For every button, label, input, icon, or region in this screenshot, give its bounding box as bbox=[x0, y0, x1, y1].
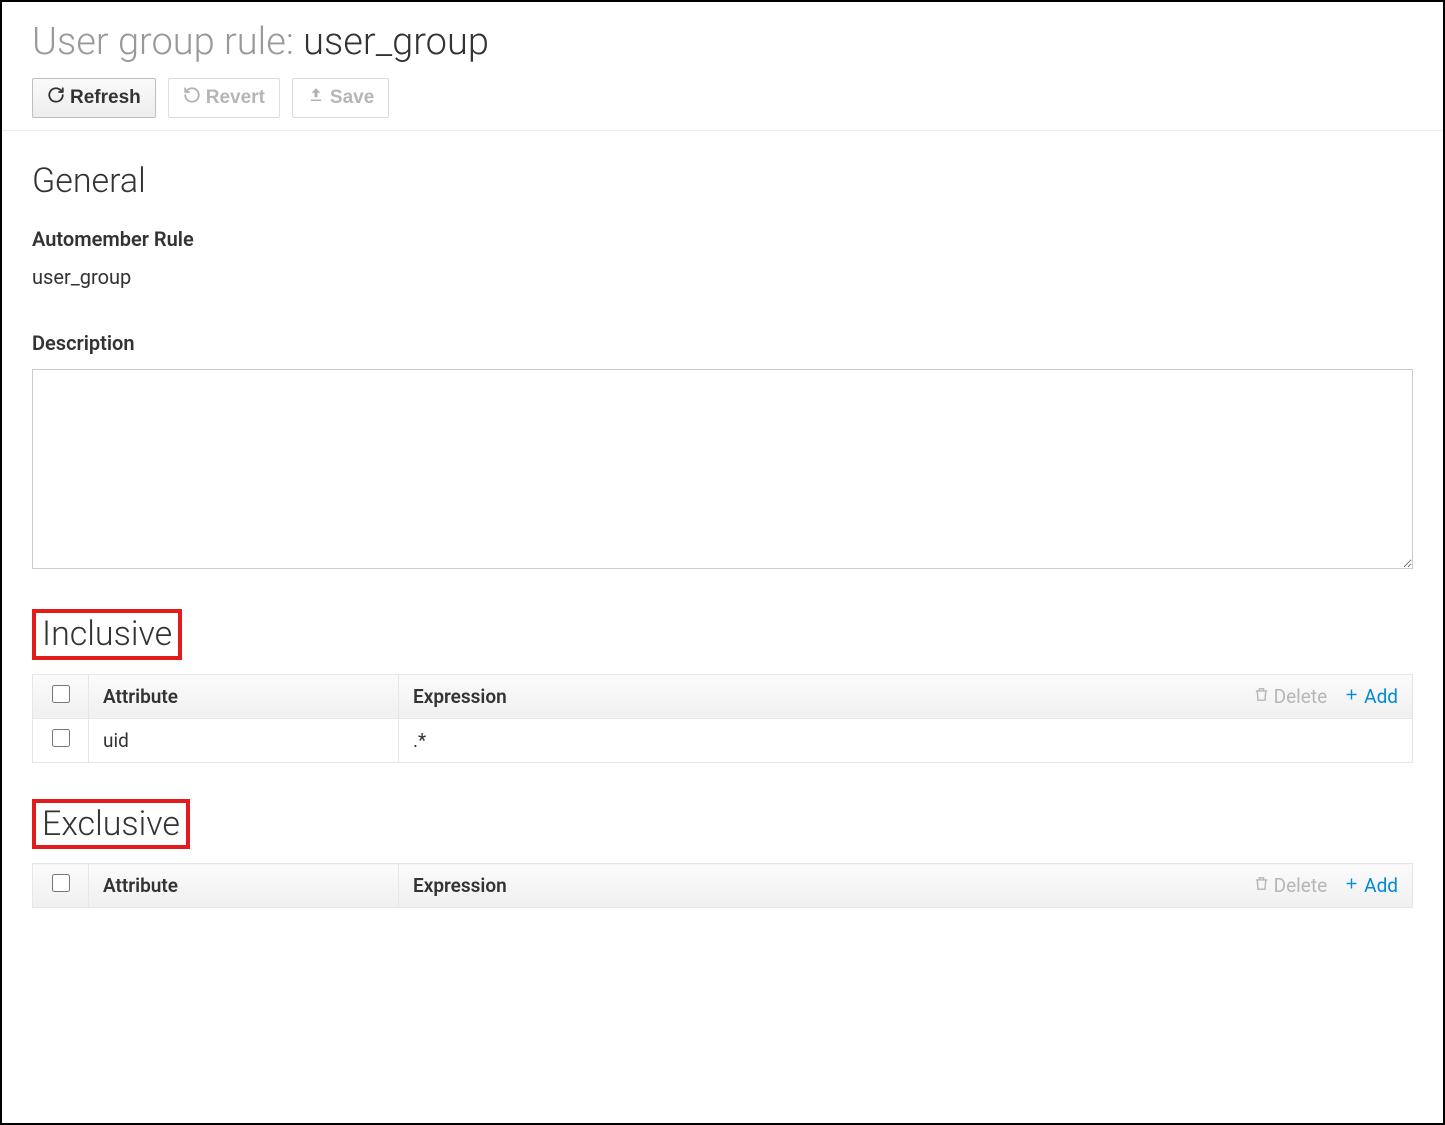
inclusive-delete-link[interactable]: Delete bbox=[1253, 685, 1328, 708]
inclusive-select-all-checkbox[interactable] bbox=[52, 685, 70, 703]
save-label: Save bbox=[330, 87, 374, 109]
inclusive-row-checkbox[interactable] bbox=[52, 729, 70, 747]
inclusive-table: Attribute Expression Delete bbox=[32, 674, 1413, 763]
inclusive-attribute-header: Attribute bbox=[89, 674, 399, 718]
exclusive-add-link[interactable]: Add bbox=[1343, 874, 1398, 897]
inclusive-add-label: Add bbox=[1364, 685, 1398, 708]
toolbar: Refresh Revert Save bbox=[2, 74, 1443, 131]
inclusive-row-attribute: uid bbox=[89, 718, 399, 762]
upload-icon bbox=[307, 86, 325, 110]
table-row: uid .* bbox=[33, 718, 1413, 762]
general-heading: General bbox=[32, 161, 1413, 201]
automember-rule-label: Automember Rule bbox=[32, 227, 1413, 251]
exclusive-heading: Exclusive bbox=[42, 803, 180, 846]
refresh-button[interactable]: Refresh bbox=[32, 78, 156, 118]
exclusive-attribute-header: Attribute bbox=[89, 864, 399, 908]
description-label: Description bbox=[32, 331, 1413, 355]
undo-icon bbox=[183, 86, 201, 110]
page-title: User group rule: user_group bbox=[2, 2, 1443, 74]
inclusive-expression-header: Expression Delete bbox=[399, 674, 1413, 718]
exclusive-table: Attribute Expression Delete bbox=[32, 863, 1413, 908]
exclusive-select-all-checkbox[interactable] bbox=[52, 874, 70, 892]
inclusive-heading: Inclusive bbox=[42, 613, 172, 656]
plus-icon bbox=[1343, 874, 1360, 897]
exclusive-expression-header: Expression Delete bbox=[399, 864, 1413, 908]
inclusive-expression-header-label: Expression bbox=[413, 685, 507, 708]
exclusive-expression-header-label: Expression bbox=[413, 874, 507, 897]
page-title-prefix: User group rule: bbox=[32, 20, 303, 64]
description-textarea[interactable] bbox=[32, 369, 1413, 569]
inclusive-highlight: Inclusive bbox=[32, 609, 182, 660]
revert-label: Revert bbox=[206, 87, 265, 109]
trash-icon bbox=[1253, 685, 1270, 708]
refresh-icon bbox=[47, 86, 65, 110]
exclusive-highlight: Exclusive bbox=[32, 799, 190, 850]
inclusive-delete-label: Delete bbox=[1274, 685, 1328, 708]
inclusive-add-link[interactable]: Add bbox=[1343, 685, 1398, 708]
inclusive-row-expression: .* bbox=[399, 718, 1413, 762]
revert-button[interactable]: Revert bbox=[168, 78, 280, 118]
refresh-label: Refresh bbox=[70, 87, 141, 109]
plus-icon bbox=[1343, 685, 1360, 708]
exclusive-add-label: Add bbox=[1364, 874, 1398, 897]
exclusive-delete-link[interactable]: Delete bbox=[1253, 874, 1328, 897]
exclusive-delete-label: Delete bbox=[1274, 874, 1328, 897]
page-title-value: user_group bbox=[303, 20, 489, 64]
trash-icon bbox=[1253, 874, 1270, 897]
automember-rule-value: user_group bbox=[32, 265, 1413, 289]
save-button[interactable]: Save bbox=[292, 78, 389, 118]
